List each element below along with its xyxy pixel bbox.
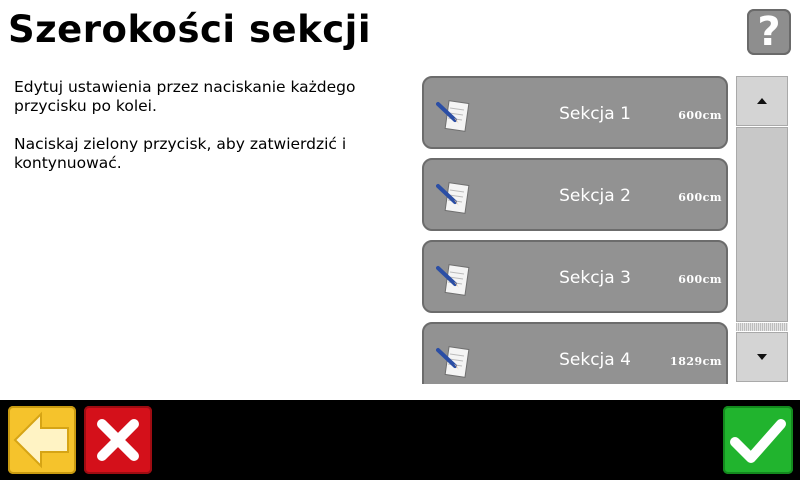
section-list: Sekcja 1 600cm Sekcja 2 600cm Sekcja 3 6… xyxy=(420,74,735,384)
section-button-3[interactable]: Sekcja 3 600cm xyxy=(422,240,728,313)
confirm-button[interactable] xyxy=(723,406,793,474)
notepad-pencil-icon xyxy=(436,264,470,296)
instruction-text-1: Edytuj ustawienia przez naciskanie każde… xyxy=(14,78,356,115)
section-button-1[interactable]: Sekcja 1 600cm xyxy=(422,76,728,149)
back-button[interactable] xyxy=(8,406,76,474)
x-icon xyxy=(97,419,139,461)
page-title: Szerokości sekcji xyxy=(8,8,372,51)
checkmark-icon xyxy=(730,419,786,463)
arrow-up-icon xyxy=(757,98,767,104)
scroll-thumb[interactable] xyxy=(736,127,788,322)
notepad-pencil-icon xyxy=(436,100,470,132)
instructions: Edytuj ustawienia przez naciskanie każde… xyxy=(14,78,409,192)
scroll-grip[interactable] xyxy=(736,323,788,331)
cancel-button[interactable] xyxy=(84,406,152,474)
section-button-2[interactable]: Sekcja 2 600cm xyxy=(422,158,728,231)
notepad-pencil-icon xyxy=(436,346,470,378)
scroll-down-button[interactable] xyxy=(736,332,788,382)
section-width-value: 600cm xyxy=(678,191,722,204)
arrow-down-icon xyxy=(757,354,767,360)
section-width-value: 600cm xyxy=(678,273,722,286)
instruction-text-2: Naciskaj zielony przycisk, aby zatwierdz… xyxy=(14,135,347,172)
section-width-value: 1829cm xyxy=(670,355,722,368)
scrollbar[interactable] xyxy=(736,76,788,384)
question-icon: ? xyxy=(757,9,781,55)
arrow-left-icon xyxy=(13,411,69,469)
help-button[interactable]: ? xyxy=(747,9,791,55)
scroll-up-button[interactable] xyxy=(736,76,788,126)
notepad-pencil-icon xyxy=(436,182,470,214)
section-button-4[interactable]: Sekcja 4 1829cm xyxy=(422,322,728,384)
section-width-value: 600cm xyxy=(678,109,722,122)
